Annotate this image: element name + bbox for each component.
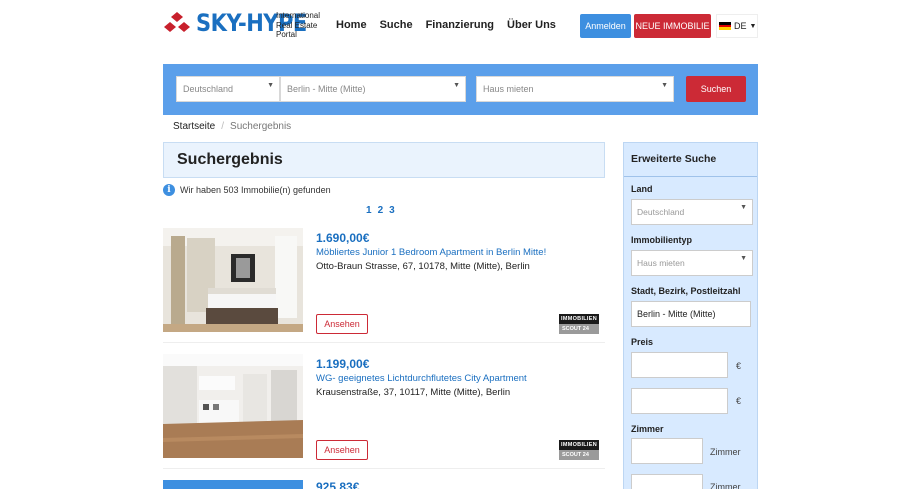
listing-price: 925,83€ — [316, 480, 360, 489]
caret-down-icon: ▼ — [661, 82, 668, 89]
listing-divider — [163, 468, 605, 469]
nav-ueber-uns[interactable]: Über Uns — [507, 19, 556, 31]
caret-down-icon: ▼ — [740, 204, 747, 211]
nav-finanzierung[interactable]: Finanzierung — [426, 19, 494, 31]
location-select-value: Berlin - Mitte (Mitte) — [287, 84, 366, 94]
listing-photo[interactable] — [163, 228, 303, 332]
type-select[interactable]: Haus mieten ▼ — [476, 76, 674, 102]
search-bar: Deutschland ▼ Berlin - Mitte (Mitte) ▼ H… — [163, 64, 758, 115]
results-count-text: Wir haben 503 Immobilie(n) gefunden — [180, 185, 331, 195]
price-max-input[interactable] — [631, 388, 728, 414]
land-select-value: Deutschland — [637, 207, 685, 217]
country-select[interactable]: Deutschland ▼ — [176, 76, 280, 102]
page-link-3[interactable]: 3 — [389, 205, 395, 216]
price-label: Preis — [631, 337, 654, 347]
search-button[interactable]: Suchen — [686, 76, 746, 102]
listing-item: 1.690,00€ Möbliertes Junior 1 Bedroom Ap… — [163, 228, 605, 343]
land-select[interactable]: Deutschland ▼ — [631, 199, 753, 225]
language-selector[interactable]: DE ▼ — [716, 14, 758, 38]
property-type-value: Haus mieten — [637, 258, 685, 268]
breadcrumb-separator: / — [221, 121, 225, 132]
type-select-value: Haus mieten — [483, 84, 534, 94]
listing-item: 1.199,00€ WG- geeignetes Lichtdurchflute… — [163, 354, 605, 469]
nav-suche[interactable]: Suche — [380, 19, 413, 31]
view-listing-button[interactable]: Ansehen — [316, 314, 368, 334]
advanced-search-panel: Erweiterte Suche Land Deutschland ▼ Immo… — [623, 142, 758, 489]
caret-down-icon: ▼ — [749, 22, 757, 30]
view-listing-button[interactable]: Ansehen — [316, 440, 368, 460]
caret-down-icon: ▼ — [267, 82, 274, 89]
country-select-value: Deutschland — [183, 84, 234, 94]
location-label: Stadt, Bezirk, Postleitzahl — [631, 286, 741, 296]
listing-photo[interactable] — [163, 480, 303, 489]
badge-bottom-text: SCOUT 24 — [559, 450, 599, 460]
badge-bottom-text: SCOUT 24 — [559, 324, 599, 334]
breadcrumb-home[interactable]: Startseite — [173, 121, 215, 132]
price-min-input[interactable] — [631, 352, 728, 378]
rooms-unit-label: Zimmer — [710, 482, 741, 489]
breadcrumb: Startseite / Suchergebnis — [173, 121, 291, 132]
breadcrumb-current: Suchergebnis — [230, 121, 292, 132]
listing-address: Krausenstraße, 37, 10117, Mitte (Mitte),… — [316, 387, 511, 398]
login-button[interactable]: Anmelden — [580, 14, 631, 38]
sidebar-divider — [624, 176, 757, 177]
info-icon: i — [163, 184, 175, 196]
page-link-2[interactable]: 2 — [378, 205, 384, 216]
listing-divider — [163, 342, 605, 343]
german-flag-icon — [719, 22, 731, 31]
listing-title[interactable]: WG- geeignetes Lichtdurchflutetes City A… — [316, 373, 527, 384]
caret-down-icon: ▼ — [453, 82, 460, 89]
listing-price: 1.690,00€ — [316, 231, 370, 245]
listing-photo[interactable] — [163, 354, 303, 458]
page-link-1[interactable]: 1 — [366, 205, 372, 216]
language-label: DE — [734, 21, 747, 31]
currency-label: € — [736, 361, 742, 371]
rooms-unit-label: Zimmer — [710, 447, 741, 457]
nav-home[interactable]: Home — [336, 19, 367, 31]
main-nav: Home Suche Finanzierung Über Uns — [336, 19, 556, 31]
badge-top-text: IMMOBILIEN — [559, 440, 599, 450]
property-type-select[interactable]: Haus mieten ▼ — [631, 250, 753, 276]
land-label: Land — [631, 184, 653, 194]
badge-top-text: IMMOBILIEN — [559, 314, 599, 324]
advanced-search-title: Erweiterte Suche — [631, 153, 717, 165]
listing-address: Otto-Braun Strasse, 67, 10178, Mitte (Mi… — [316, 261, 530, 272]
currency-label: € — [736, 396, 742, 406]
immobilienscout24-badge: IMMOBILIEN SCOUT 24 — [559, 314, 599, 334]
immobilienscout24-badge: IMMOBILIEN SCOUT 24 — [559, 440, 599, 460]
new-property-button[interactable]: NEUE IMMOBILIE — [634, 14, 711, 38]
listing-title[interactable]: Möbliertes Junior 1 Bedroom Apartment in… — [316, 247, 546, 258]
results-heading: Suchergebnis — [163, 142, 605, 178]
logo-tagline: International Real Estate Portal — [276, 11, 321, 39]
location-select[interactable]: Berlin - Mitte (Mitte) ▼ — [280, 76, 466, 102]
rooms-min-input[interactable] — [631, 438, 703, 464]
results-info: i Wir haben 503 Immobilie(n) gefunden — [163, 184, 331, 196]
rooms-max-input[interactable] — [631, 474, 703, 489]
rooms-label: Zimmer — [631, 424, 664, 434]
listing-item: 925,83€ — [163, 480, 605, 489]
pagination: 1 2 3 — [366, 205, 395, 216]
caret-down-icon: ▼ — [740, 255, 747, 262]
property-type-label: Immobilientyp — [631, 235, 693, 245]
location-input[interactable]: Berlin - Mitte (Mitte) — [631, 301, 751, 327]
logo-mark-icon — [164, 12, 190, 32]
listing-price: 1.199,00€ — [316, 357, 370, 371]
